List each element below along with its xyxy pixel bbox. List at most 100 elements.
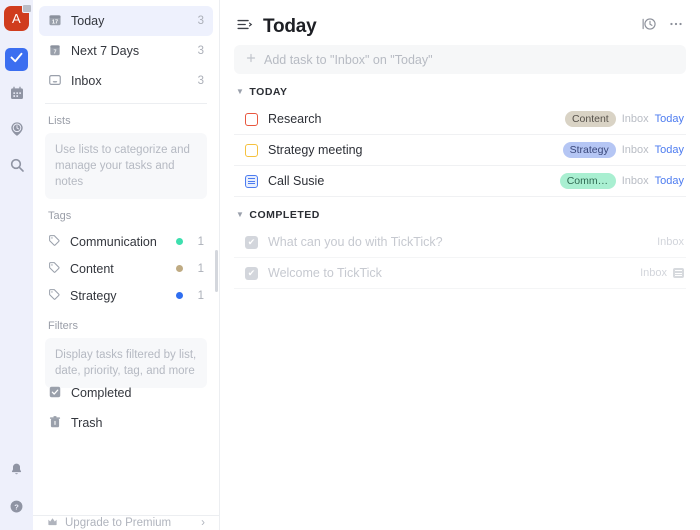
- sidebar-tag-communication[interactable]: Communication 1: [39, 228, 213, 255]
- task-due-date: Today: [654, 175, 684, 187]
- page-title: Today: [263, 15, 317, 37]
- task-meta: Inbox: [657, 236, 684, 248]
- sidebar-tag-label: Strategy: [70, 288, 117, 303]
- svg-text:17: 17: [52, 19, 58, 25]
- sidebar-item-trash[interactable]: Trash: [39, 408, 213, 438]
- sidebar-item-today[interactable]: 17 Today 3: [39, 6, 213, 36]
- task-row[interactable]: Strategy meeting Strategy Inbox Today: [234, 135, 686, 166]
- task-title: Welcome to TickTick: [268, 266, 382, 280]
- task-checkbox-high-priority[interactable]: [245, 112, 258, 126]
- calendar-17-icon: 17: [48, 13, 62, 30]
- sidebar-tag-label: Communication: [70, 234, 157, 249]
- app-window: A ? 17 Today 3 7 Next 7 Days 3 Inbox 3 L…: [0, 0, 700, 530]
- header-actions: [641, 16, 684, 37]
- sidebar-tag-content[interactable]: Content 1: [39, 255, 213, 282]
- sidebar-item-label: Today: [71, 14, 105, 28]
- task-tag-pill[interactable]: Content: [564, 111, 616, 127]
- bell-icon: [9, 462, 24, 482]
- ellipsis-icon[interactable]: [668, 16, 684, 37]
- task-list-name: Inbox: [657, 236, 684, 248]
- list-sort-icon[interactable]: [236, 16, 253, 38]
- rail-nav: [5, 48, 28, 179]
- tag-color-dot: [176, 292, 183, 299]
- task-row[interactable]: Call Susie Commu... Inbox Today: [234, 166, 686, 197]
- task-list-name: Inbox: [640, 267, 667, 279]
- task-meta: Commu... Inbox Today: [559, 173, 684, 189]
- clock-pin-icon: [9, 121, 25, 142]
- task-row[interactable]: ✔ What can you do with TickTick? Inbox: [234, 227, 686, 258]
- rail-bottom-nav: ?: [0, 460, 33, 520]
- chevron-down-icon: ▼: [236, 87, 245, 96]
- sidebar-item-label: Trash: [71, 416, 103, 430]
- main-content: Today Add task to "Inbox" on "Today" ▼ T…: [220, 0, 700, 530]
- check-square-icon: [9, 50, 24, 70]
- avatar-status-badge: [22, 4, 32, 13]
- chevron-down-icon: ▼: [236, 210, 245, 219]
- group-header-today[interactable]: ▼ TODAY: [234, 74, 686, 104]
- lists-section-title: Lists: [48, 115, 71, 127]
- sidebar-item-label: Completed: [71, 386, 132, 400]
- sidebar-tag-strategy[interactable]: Strategy 1: [39, 282, 213, 309]
- sidebar-bottom-nav: Completed Trash: [33, 378, 219, 438]
- task-title: Research: [268, 112, 322, 126]
- check-square-filled-icon: [48, 385, 62, 402]
- sidebar-tag-count: 1: [197, 262, 204, 275]
- plus-icon: [245, 52, 257, 67]
- sidebar-item-label: Next 7 Days: [71, 44, 140, 58]
- task-title: Call Susie: [268, 174, 325, 188]
- tag-color-dot: [176, 265, 183, 272]
- tags-section-title: Tags: [48, 210, 72, 222]
- task-note-indicator-icon: [673, 268, 684, 278]
- task-checkbox-completed[interactable]: ✔: [245, 266, 258, 280]
- clock-timeline-icon[interactable]: [641, 16, 657, 37]
- group-header-completed[interactable]: ▼ COMPLETED: [234, 197, 686, 227]
- inbox-tray-icon: [48, 73, 62, 90]
- sidebar-scrollbar[interactable]: [215, 250, 218, 292]
- svg-text:?: ?: [14, 502, 19, 511]
- calendar-7-icon: 7: [48, 43, 62, 60]
- task-note-marker-icon[interactable]: [245, 174, 258, 188]
- question-circle-icon: ?: [9, 499, 24, 519]
- lists-empty-placeholder[interactable]: Use lists to categorize and manage your …: [45, 133, 207, 199]
- filters-section-title: Filters: [48, 320, 78, 332]
- task-tag-pill[interactable]: Commu...: [559, 173, 616, 189]
- avatar[interactable]: A: [4, 4, 32, 31]
- trash-icon: [48, 415, 62, 432]
- sidebar-item-count: 3: [197, 15, 204, 27]
- chevron-right-icon: ›: [201, 517, 205, 529]
- add-task-input[interactable]: Add task to "Inbox" on "Today": [234, 45, 686, 74]
- group-label: TODAY: [249, 86, 288, 98]
- sidebar-item-label: Inbox: [71, 74, 102, 88]
- tag-icon: [48, 234, 61, 250]
- calendar-icon: [9, 85, 25, 106]
- sidebar-item-inbox[interactable]: Inbox 3: [39, 66, 213, 96]
- rail-item-pomodoro[interactable]: [5, 120, 28, 143]
- upgrade-label: Upgrade to Premium: [65, 517, 172, 529]
- tag-icon: [48, 261, 61, 277]
- sidebar-item-count: 3: [197, 75, 204, 87]
- task-checkbox-completed[interactable]: ✔: [245, 235, 258, 249]
- task-row[interactable]: Research Content Inbox Today: [234, 104, 686, 135]
- task-list-name: Inbox: [621, 175, 649, 187]
- search-icon: [9, 157, 25, 178]
- rail-item-tasks[interactable]: [5, 48, 28, 71]
- upgrade-to-premium-row[interactable]: Upgrade to Premium ›: [33, 515, 219, 530]
- main-header: Today: [234, 0, 686, 42]
- task-list-name: Inbox: [621, 144, 649, 156]
- task-row[interactable]: ✔ Welcome to TickTick Inbox: [234, 258, 686, 289]
- task-meta: Content Inbox Today: [564, 111, 684, 127]
- rail-item-help[interactable]: ?: [5, 497, 28, 520]
- icon-rail: A ?: [0, 0, 33, 530]
- sidebar-tag-count: 1: [197, 289, 204, 302]
- sidebar-tag-count: 1: [197, 235, 204, 248]
- rail-item-notifications[interactable]: [5, 460, 28, 483]
- tag-icon: [48, 288, 61, 304]
- task-tag-pill[interactable]: Strategy: [562, 142, 616, 158]
- task-due-date: Today: [654, 113, 684, 125]
- task-checkbox-medium-priority[interactable]: [245, 143, 258, 157]
- add-task-placeholder: Add task to "Inbox" on "Today": [264, 52, 433, 67]
- rail-item-search[interactable]: [5, 156, 28, 179]
- rail-item-calendar[interactable]: [5, 84, 28, 107]
- sidebar-item-completed[interactable]: Completed: [39, 378, 213, 408]
- sidebar-item-next-7-days[interactable]: 7 Next 7 Days 3: [39, 36, 213, 66]
